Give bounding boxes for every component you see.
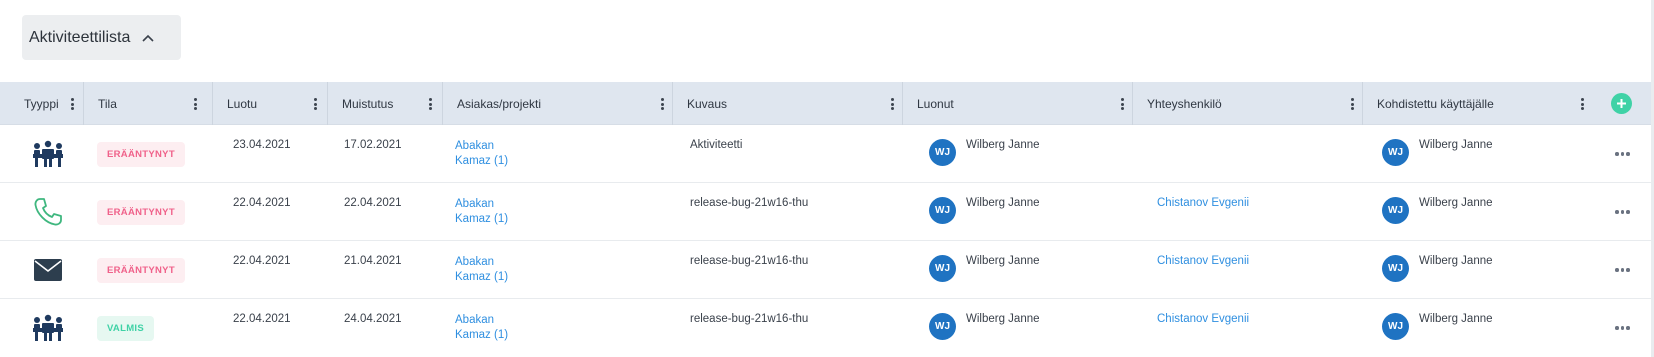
table-row[interactable]: VALMIS 22.04.2021 24.04.2021 Abakan Kama… <box>0 299 1651 357</box>
column-menu-icon[interactable] <box>190 96 200 112</box>
assignee-name: Wilberg Janne <box>1419 255 1493 267</box>
status-badge: ERÄÄNTYNYT <box>97 142 185 167</box>
meeting-icon <box>33 140 63 167</box>
add-activity-button[interactable] <box>1611 93 1632 114</box>
project-link[interactable]: Kamaz (1) <box>455 328 508 343</box>
customer-link[interactable]: Abakan <box>455 139 494 154</box>
table-header: Tyyppi Tila Luotu Muistutus Asiakas/proj… <box>0 82 1651 125</box>
reminder-date: 24.04.2021 <box>344 313 402 325</box>
row-menu-icon[interactable] <box>1615 326 1630 330</box>
reminder-date: 17.02.2021 <box>344 139 402 151</box>
contact-link[interactable]: Chistanov Evgenii <box>1157 254 1249 269</box>
project-link[interactable]: Kamaz (1) <box>455 270 508 285</box>
envelope-icon <box>34 259 62 281</box>
meeting-icon <box>33 314 63 341</box>
created-date: 22.04.2021 <box>233 255 291 267</box>
avatar: WJ <box>929 139 956 166</box>
project-link[interactable]: Kamaz (1) <box>455 212 508 227</box>
column-header-label: Kohdistettu käyttäjälle <box>1377 96 1494 111</box>
assignee-name: Wilberg Janne <box>1419 197 1493 209</box>
description: Aktiviteetti <box>690 139 743 151</box>
avatar: WJ <box>1382 197 1409 224</box>
column-header-assignee[interactable]: Kohdistettu käyttäjälle <box>1363 82 1593 125</box>
table-row[interactable]: ERÄÄNTYNYT 22.04.2021 21.04.2021 Abakan … <box>0 241 1651 299</box>
panel-title: Aktiviteettilista <box>29 28 131 46</box>
activity-list-toggle[interactable]: Aktiviteettilista <box>22 15 181 60</box>
customer-link[interactable]: Abakan <box>455 255 494 270</box>
reminder-date: 21.04.2021 <box>344 255 402 267</box>
column-header-label: Muistutus <box>342 96 394 111</box>
avatar: WJ <box>1382 139 1409 166</box>
row-menu-icon[interactable] <box>1615 268 1630 272</box>
table-row[interactable]: ERÄÄNTYNYT 22.04.2021 22.04.2021 Abakan … <box>0 183 1651 241</box>
status-badge: ERÄÄNTYNYT <box>97 258 185 283</box>
column-menu-icon[interactable] <box>425 96 435 112</box>
contact-link[interactable]: Chistanov Evgenii <box>1157 312 1249 327</box>
created-date: 23.04.2021 <box>233 139 291 151</box>
creator-name: Wilberg Janne <box>966 313 1040 325</box>
assignee-name: Wilberg Janne <box>1419 139 1493 151</box>
column-menu-icon[interactable] <box>1117 96 1127 112</box>
assignee-name: Wilberg Janne <box>1419 313 1493 325</box>
table-row[interactable]: ERÄÄNTYNYT 23.04.2021 17.02.2021 Abakan … <box>0 125 1651 183</box>
plus-icon <box>1617 99 1626 108</box>
description: release-bug-21w16-thu <box>690 255 809 267</box>
column-header-created-by[interactable]: Luonut <box>903 82 1133 125</box>
creator-name: Wilberg Janne <box>966 197 1040 209</box>
column-menu-icon[interactable] <box>1347 96 1357 112</box>
column-header-label: Tyyppi <box>24 96 59 111</box>
column-header-label: Tila <box>98 96 117 111</box>
column-header-label: Luonut <box>917 96 954 111</box>
column-header-reminder[interactable]: Muistutus <box>328 82 441 125</box>
chevron-up-icon <box>142 34 154 42</box>
column-menu-icon[interactable] <box>310 96 320 112</box>
avatar: WJ <box>929 313 956 340</box>
reminder-date: 22.04.2021 <box>344 197 402 209</box>
customer-link[interactable]: Abakan <box>455 313 494 328</box>
avatar: WJ <box>1382 313 1409 340</box>
avatar: WJ <box>929 255 956 282</box>
column-header-description[interactable]: Kuvaus <box>673 82 903 125</box>
created-date: 22.04.2021 <box>233 197 291 209</box>
column-menu-icon[interactable] <box>1577 96 1587 112</box>
row-menu-icon[interactable] <box>1615 210 1630 214</box>
avatar: WJ <box>1382 255 1409 282</box>
column-menu-icon[interactable] <box>887 96 897 112</box>
created-date: 22.04.2021 <box>233 313 291 325</box>
customer-link[interactable]: Abakan <box>455 197 494 212</box>
avatar: WJ <box>929 197 956 224</box>
column-header-created[interactable]: Luotu <box>213 82 326 125</box>
column-header-contact[interactable]: Yhteyshenkilö <box>1133 82 1363 125</box>
creator-name: Wilberg Janne <box>966 139 1040 151</box>
column-header-label: Asiakas/projekti <box>457 96 542 111</box>
column-menu-icon[interactable] <box>67 96 77 112</box>
column-header-label: Kuvaus <box>687 96 728 111</box>
column-header-customer-project[interactable]: Asiakas/projekti <box>443 82 673 125</box>
column-header-status[interactable]: Tila <box>84 82 206 125</box>
project-link[interactable]: Kamaz (1) <box>455 154 508 169</box>
column-menu-icon[interactable] <box>657 96 667 112</box>
column-header-label: Luotu <box>227 96 258 111</box>
contact-link[interactable]: Chistanov Evgenii <box>1157 196 1249 211</box>
description: release-bug-21w16-thu <box>690 313 809 325</box>
creator-name: Wilberg Janne <box>966 255 1040 267</box>
phone-icon <box>34 198 62 226</box>
description: release-bug-21w16-thu <box>690 197 809 209</box>
status-badge: VALMIS <box>97 316 154 341</box>
status-badge: ERÄÄNTYNYT <box>97 200 185 225</box>
column-header-type[interactable]: Tyyppi <box>10 82 83 125</box>
column-header-label: Yhteyshenkilö <box>1147 96 1222 111</box>
row-menu-icon[interactable] <box>1615 152 1630 156</box>
